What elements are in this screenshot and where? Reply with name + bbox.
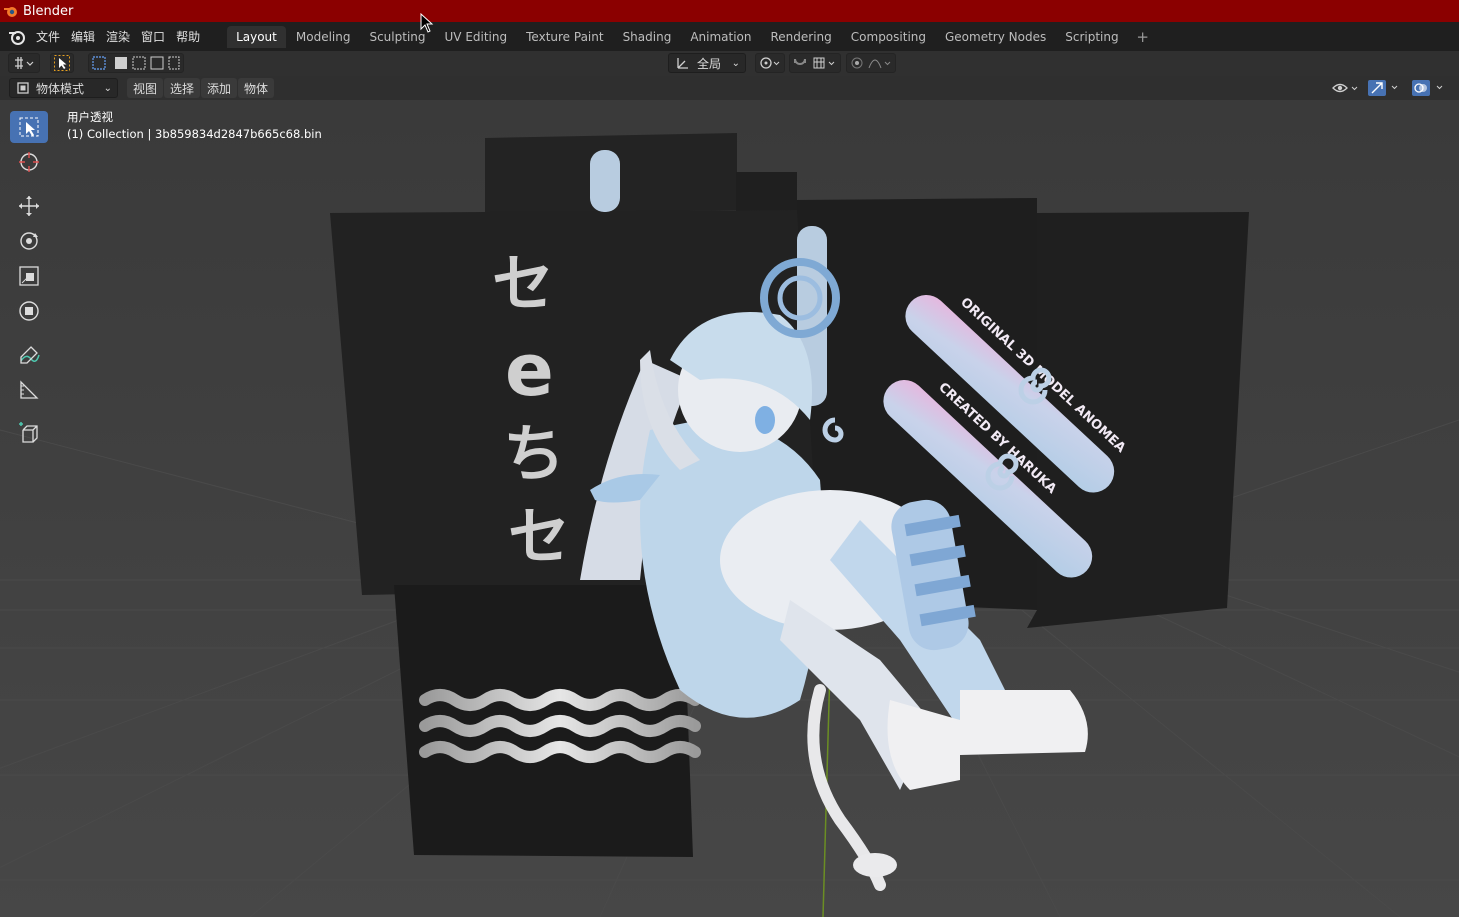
pivot-icon <box>760 57 780 69</box>
annotate-tool[interactable] <box>10 339 48 371</box>
3d-viewport[interactable]: セ e ち セ ORIGINAL 3D MODEL ANOMEA CREATED… <box>0 100 1459 917</box>
glyph-4: セ <box>508 500 570 573</box>
object-mode-icon <box>17 82 29 94</box>
tab-shape <box>590 150 620 212</box>
move-tool[interactable] <box>10 190 48 222</box>
menu-add[interactable]: 添加 <box>201 78 238 98</box>
glyph-2: e <box>505 328 554 412</box>
gizmo-toggle-button[interactable] <box>1366 78 1404 98</box>
tab-scripting[interactable]: Scripting <box>1056 26 1127 48</box>
pivot-point-button[interactable] <box>755 53 785 73</box>
tab-geometry-nodes[interactable]: Geometry Nodes <box>936 26 1055 48</box>
glyph-3: ち <box>503 417 565 490</box>
menu-edit[interactable]: 编辑 <box>69 28 104 45</box>
viewport-scene: セ e ち セ ORIGINAL 3D MODEL ANOMEA CREATED… <box>0 100 1459 917</box>
tab-animation[interactable]: Animation <box>681 26 760 48</box>
editor-type-button[interactable] <box>8 53 40 73</box>
rotate-tool[interactable] <box>10 225 48 257</box>
selection-mode-group <box>88 53 184 73</box>
measure-tool[interactable] <box>10 374 48 406</box>
select-box-icon <box>54 55 70 71</box>
snapping-group[interactable] <box>789 53 841 73</box>
orientation-icon <box>677 58 688 69</box>
object-mode-value: 物体模式 <box>36 81 85 96</box>
add-cube-tool[interactable] <box>10 418 48 450</box>
scale-tool[interactable] <box>10 260 48 292</box>
menu-select[interactable]: 选择 <box>164 78 201 98</box>
menu-file[interactable]: 文件 <box>34 28 69 45</box>
select-box-tool[interactable] <box>10 111 48 143</box>
transform-orientation-value: 全局 <box>697 56 722 71</box>
rotate-icon <box>20 232 38 250</box>
menu-render[interactable]: 渲染 <box>104 28 139 45</box>
selection-mode-icons <box>92 56 180 70</box>
tab-texture-paint[interactable]: Texture Paint <box>517 26 612 48</box>
measure-ruler-icon <box>20 380 39 399</box>
tab-shading[interactable]: Shading <box>614 26 681 48</box>
mouse-cursor-icon <box>420 13 434 33</box>
menu-window[interactable]: 窗口 <box>139 28 174 45</box>
select-box-icon <box>19 117 39 137</box>
cursor-tool[interactable] <box>10 146 48 178</box>
visibility-button[interactable] <box>1330 78 1362 98</box>
character-shoe-right <box>960 690 1088 755</box>
glyph-1: セ <box>492 247 554 320</box>
add-cube-icon <box>19 422 38 443</box>
tab-modeling[interactable]: Modeling <box>287 26 360 48</box>
tab-uv-editing[interactable]: UV Editing <box>436 26 517 48</box>
cursor-icon <box>19 152 39 172</box>
overlay-toggle-button[interactable] <box>1410 78 1450 98</box>
object-mode-dropdown[interactable]: 物体模式 ⌄ <box>9 78 118 98</box>
proportional-edit-icon <box>851 57 891 69</box>
tool-header: 全局 ⌄ <box>0 51 1459 76</box>
transform-orientation-dropdown[interactable]: 全局 ⌄ <box>668 53 746 73</box>
editor-type-icon <box>15 57 34 69</box>
scale-icon <box>19 266 39 286</box>
tool-shelf <box>8 108 50 453</box>
window-title: Blender <box>23 3 74 19</box>
viewport-header: 物体模式 ⌄ 视图 选择 添加 物体 <box>0 76 1459 100</box>
gizmo-icon <box>1368 80 1398 96</box>
tab-compositing[interactable]: Compositing <box>842 26 935 48</box>
tab-layout[interactable]: Layout <box>227 25 286 48</box>
transform-tool[interactable] <box>10 295 48 327</box>
select-tool-button[interactable] <box>50 53 74 73</box>
chevron-down-icon: ⌄ <box>103 82 112 94</box>
overlay-icon <box>1412 80 1443 96</box>
workspace-tabs: Layout Modeling Sculpting UV Editing Tex… <box>227 22 1153 51</box>
blender-logo-icon <box>4 7 17 17</box>
character-eye <box>755 406 775 434</box>
move-icon <box>19 196 39 216</box>
menu-view[interactable]: 视图 <box>127 78 164 98</box>
add-workspace-button[interactable]: + <box>1133 27 1153 47</box>
tab-rendering[interactable]: Rendering <box>762 26 841 48</box>
eye-icon <box>1332 83 1358 93</box>
view-name-label: 用户透视 <box>67 110 113 124</box>
menu-help[interactable]: 帮助 <box>174 28 209 45</box>
title-bar: Blender <box>0 0 1459 22</box>
transform-icon <box>19 301 39 321</box>
top-menu-bar: 文件 编辑 渲染 窗口 帮助 Layout Modeling Sculpting… <box>0 22 1459 51</box>
annotate-pencil-icon <box>20 346 40 364</box>
blender-menu-icon[interactable] <box>8 28 26 46</box>
menu-object[interactable]: 物体 <box>238 78 275 98</box>
snap-magnet-icon <box>794 57 835 69</box>
character-tail-tip <box>853 853 897 877</box>
collection-info-label: (1) Collection | 3b859834d2847b665c68.bi… <box>67 127 322 141</box>
proportional-editing-group[interactable] <box>846 53 896 73</box>
chevron-down-icon: ⌄ <box>731 57 740 69</box>
